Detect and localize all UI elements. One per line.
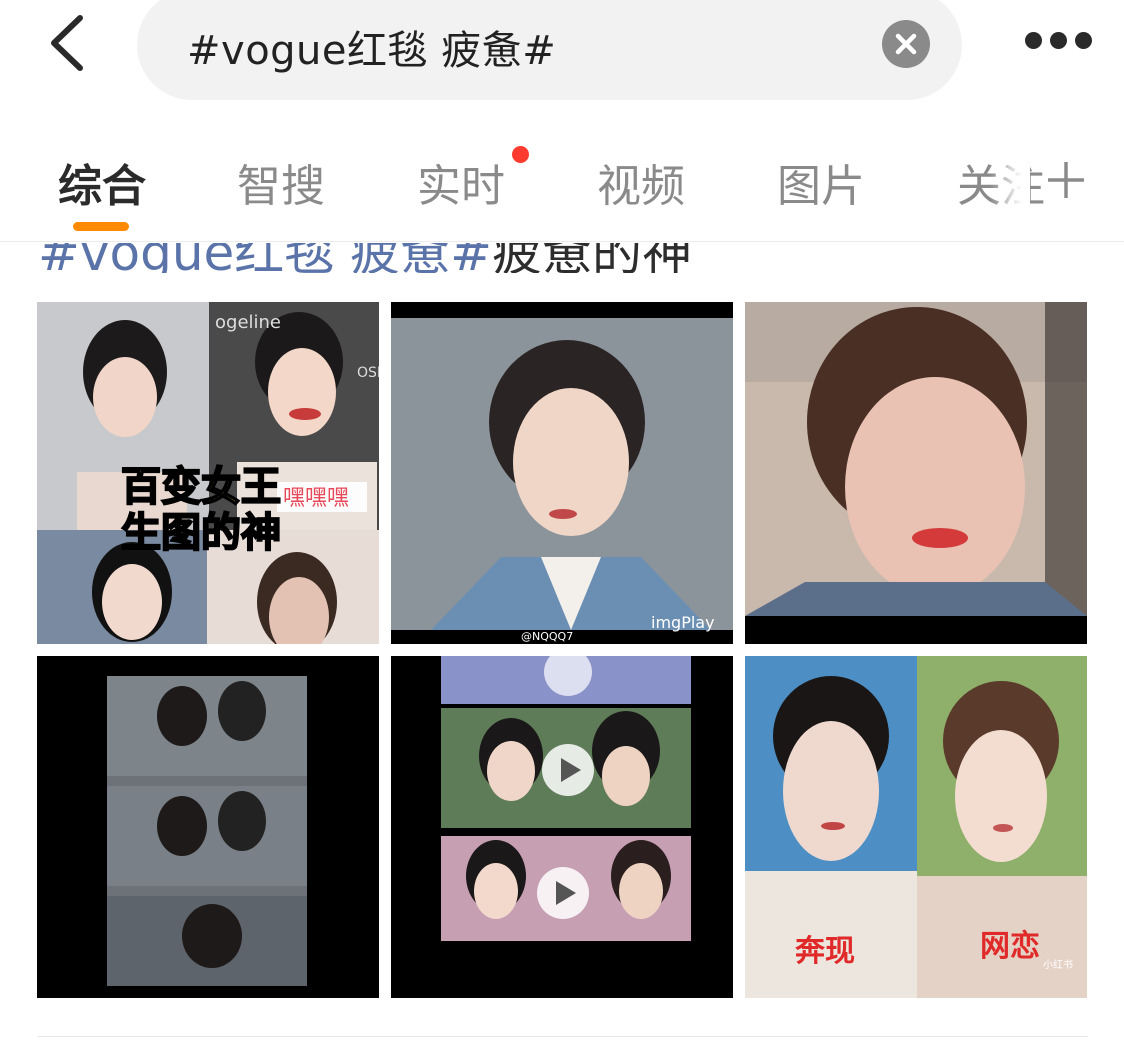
tab-images[interactable]: 图片 xyxy=(777,150,865,214)
tab-comprehensive[interactable]: 综合 xyxy=(58,150,146,214)
search-query-text: #vogue红毯 疲惫# xyxy=(187,28,557,74)
chevron-left-icon xyxy=(51,15,83,71)
video-collage xyxy=(391,656,733,998)
image-thumbnail[interactable]: 奔现 网恋 小红书 xyxy=(745,656,1087,998)
corner-tag: 小红书 xyxy=(1043,958,1073,971)
side-label: OSMO xyxy=(357,365,379,381)
image-thumbnail[interactable] xyxy=(745,302,1087,644)
active-tab-indicator xyxy=(73,222,129,231)
comparison-photo: 奔现 网恋 小红书 xyxy=(745,656,1087,998)
image-thumbnail[interactable] xyxy=(391,656,733,998)
image-thumbnail[interactable]: ogeline OSMO 嘿嘿嘿 百变女王 生图的神 xyxy=(37,302,379,644)
post-headline: #vogue红毯 疲惫#疲惫的神 xyxy=(0,243,1124,273)
clear-search-button[interactable] xyxy=(882,20,930,68)
plus-icon xyxy=(1048,162,1084,198)
add-tab-button[interactable] xyxy=(1046,160,1086,200)
headline-text: 疲惫的神 xyxy=(492,243,693,273)
notification-dot xyxy=(512,146,529,163)
brand-label: ogeline xyxy=(215,312,281,333)
image-thumbnail[interactable] xyxy=(37,656,379,998)
tab-bar: 综合 智搜 实时 视频 图片 关注 xyxy=(0,110,1124,242)
more-options-button[interactable] xyxy=(1022,32,1094,50)
caption-left: 奔现 xyxy=(795,934,855,969)
video-screenshot xyxy=(37,656,379,998)
tab-video[interactable]: 视频 xyxy=(597,150,685,214)
caption-right: 网恋 xyxy=(980,929,1040,964)
search-input[interactable]: #vogue红毯 疲惫# xyxy=(137,0,962,100)
photo: imgPlay @NQQQ7 xyxy=(391,302,733,644)
topic-link[interactable]: #vogue红毯 疲惫# xyxy=(38,243,492,273)
watermark-text: imgPlay xyxy=(651,613,715,632)
image-thumbnail[interactable]: imgPlay @NQQQ7 xyxy=(391,302,733,644)
photo-collage: ogeline OSMO 嘿嘿嘿 百变女王 生图的神 xyxy=(37,302,379,644)
close-icon xyxy=(895,33,917,55)
credit-text: @NQQQ7 xyxy=(521,630,573,643)
small-overlay-text: 嘿嘿嘿 xyxy=(283,486,349,511)
back-button[interactable] xyxy=(44,12,94,74)
photo xyxy=(745,302,1087,644)
overlay-text-bottom: 生图的神 xyxy=(121,510,281,556)
more-dot-icon xyxy=(1025,32,1042,49)
divider xyxy=(38,1036,1088,1037)
overlay-text-top: 百变女王 xyxy=(121,464,281,510)
tab-fade xyxy=(990,150,1030,210)
tab-realtime[interactable]: 实时 xyxy=(417,150,505,214)
tab-smart-search[interactable]: 智搜 xyxy=(237,150,325,214)
more-dot-icon xyxy=(1050,32,1067,49)
top-bar: #vogue红毯 疲惫# xyxy=(0,0,1124,110)
more-dot-icon xyxy=(1075,32,1092,49)
